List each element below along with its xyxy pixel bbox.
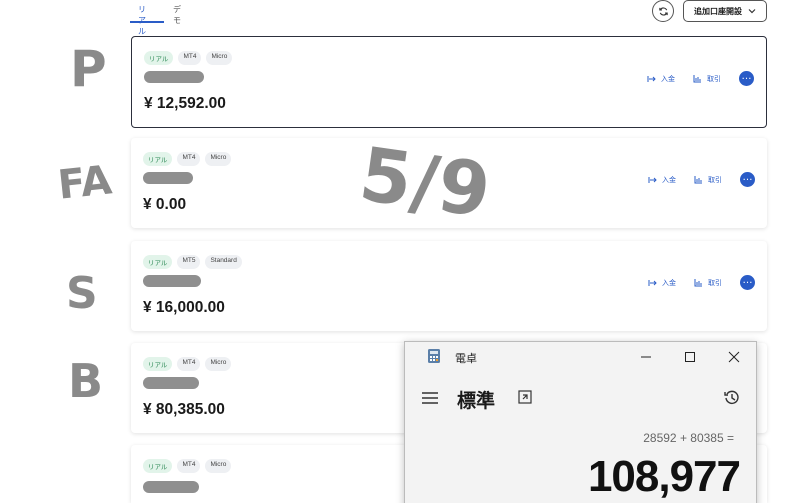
deposit-button[interactable]: 入金	[648, 278, 676, 288]
trade-chart-icon	[694, 175, 702, 183]
add-account-button[interactable]: 追加口座開設	[683, 0, 767, 22]
account-type-badge: Micro	[205, 357, 232, 371]
account-actions: 入金 取引 …	[648, 172, 755, 187]
calculator-window: 電卓 標準 28592 + 80385 = 108,977	[404, 341, 757, 503]
badge-row: リアル MT4 Micro	[143, 152, 232, 166]
account-type-badge: Micro	[206, 51, 233, 65]
badge-row: リアル MT4 Micro	[143, 357, 232, 371]
badge-row: リアル MT5 Standard	[143, 255, 242, 269]
real-badge: リアル	[143, 255, 173, 269]
calculator-titlebar[interactable]: 電卓	[405, 342, 756, 372]
handwritten-s-annotation: S	[66, 268, 98, 319]
trade-label: 取引	[707, 74, 721, 83]
more-icon: …	[742, 274, 753, 286]
deposit-label: 入金	[662, 175, 676, 184]
badge-row: リアル MT4 Micro	[143, 459, 232, 473]
add-account-label: 追加口座開設	[694, 6, 742, 16]
account-actions: 入金 取引 …	[648, 275, 755, 290]
redacted-account-number	[144, 71, 204, 83]
navigation-menu-button[interactable]	[421, 390, 439, 409]
menu-icon	[422, 392, 438, 404]
platform-badge: MT4	[177, 459, 201, 473]
trade-button[interactable]: 取引	[694, 175, 722, 185]
account-card[interactable]: リアル MT5 Standard ¥ 16,000.00 入金 取引 …	[131, 241, 767, 331]
calculator-title: 電卓	[455, 352, 477, 365]
calculator-mode-title: 標準	[457, 390, 496, 412]
handwritten-b-annotation: B	[68, 354, 104, 408]
account-balance: ¥ 12,592.00	[144, 95, 226, 112]
keep-on-top-button[interactable]	[517, 389, 533, 409]
more-icon: …	[742, 171, 753, 183]
minimize-icon	[641, 356, 651, 358]
redacted-account-number	[143, 481, 199, 493]
account-type-badge: Micro	[205, 459, 232, 473]
platform-badge: MT4	[177, 152, 201, 166]
account-type-badge: Micro	[205, 152, 232, 166]
trade-chart-icon	[693, 74, 701, 82]
active-tab-indicator	[130, 21, 164, 23]
real-badge: リアル	[143, 357, 173, 371]
history-button[interactable]	[723, 389, 741, 411]
account-balance: ¥ 16,000.00	[143, 299, 225, 316]
trade-label: 取引	[708, 175, 722, 184]
deposit-label: 入金	[662, 278, 676, 287]
account-card[interactable]: リアル MT4 Micro ¥ 12,592.00 入金 取引 …	[131, 36, 767, 128]
trade-label: 取引	[708, 278, 722, 287]
keep-on-top-icon	[518, 390, 532, 404]
minimize-button[interactable]	[638, 349, 654, 365]
more-options-button[interactable]: …	[740, 172, 755, 187]
handwritten-p-annotation: P	[70, 40, 107, 98]
account-actions: 入金 取引 …	[647, 71, 754, 86]
badge-row: リアル MT4 Micro	[144, 51, 233, 65]
chevron-down-icon	[748, 9, 756, 14]
more-options-button[interactable]: …	[739, 71, 754, 86]
maximize-icon	[685, 352, 695, 362]
trade-chart-icon	[694, 278, 702, 286]
redacted-account-number	[143, 377, 199, 389]
deposit-icon	[648, 279, 657, 286]
account-balance: ¥ 80,385.00	[143, 401, 225, 418]
deposit-label: 入金	[661, 74, 675, 83]
handwritten-date-annotation: 5/9	[354, 131, 496, 235]
close-button[interactable]	[726, 349, 742, 365]
redacted-account-number	[143, 275, 201, 287]
platform-badge: MT4	[178, 51, 202, 65]
calculation-expression: 28592 + 80385 =	[643, 431, 734, 445]
calculator-app-icon	[428, 349, 440, 363]
tab-real[interactable]: リアル	[138, 4, 146, 36]
calculation-result: 108,977	[587, 452, 741, 501]
account-balance: ¥ 0.00	[143, 196, 187, 213]
refresh-button[interactable]	[652, 0, 674, 22]
real-badge: リアル	[143, 459, 173, 473]
account-type-badge: Standard	[205, 255, 242, 269]
real-badge: リアル	[144, 51, 174, 65]
real-badge: リアル	[143, 152, 173, 166]
more-options-button[interactable]: …	[740, 275, 755, 290]
refresh-icon	[658, 6, 668, 16]
more-icon: …	[741, 70, 752, 82]
deposit-button[interactable]: 入金	[648, 175, 676, 185]
tab-demo[interactable]: デモ	[173, 4, 181, 25]
deposit-icon	[648, 176, 657, 183]
deposit-button[interactable]: 入金	[647, 74, 675, 84]
handwritten-fa-annotation: FA	[55, 157, 114, 209]
maximize-button[interactable]	[682, 349, 698, 365]
redacted-account-number	[143, 172, 193, 184]
platform-badge: MT4	[177, 357, 201, 371]
deposit-icon	[647, 75, 656, 82]
trade-button[interactable]: 取引	[694, 278, 722, 288]
platform-badge: MT5	[177, 255, 201, 269]
trade-button[interactable]: 取引	[693, 74, 721, 84]
history-icon	[724, 390, 739, 404]
close-icon	[728, 351, 740, 363]
